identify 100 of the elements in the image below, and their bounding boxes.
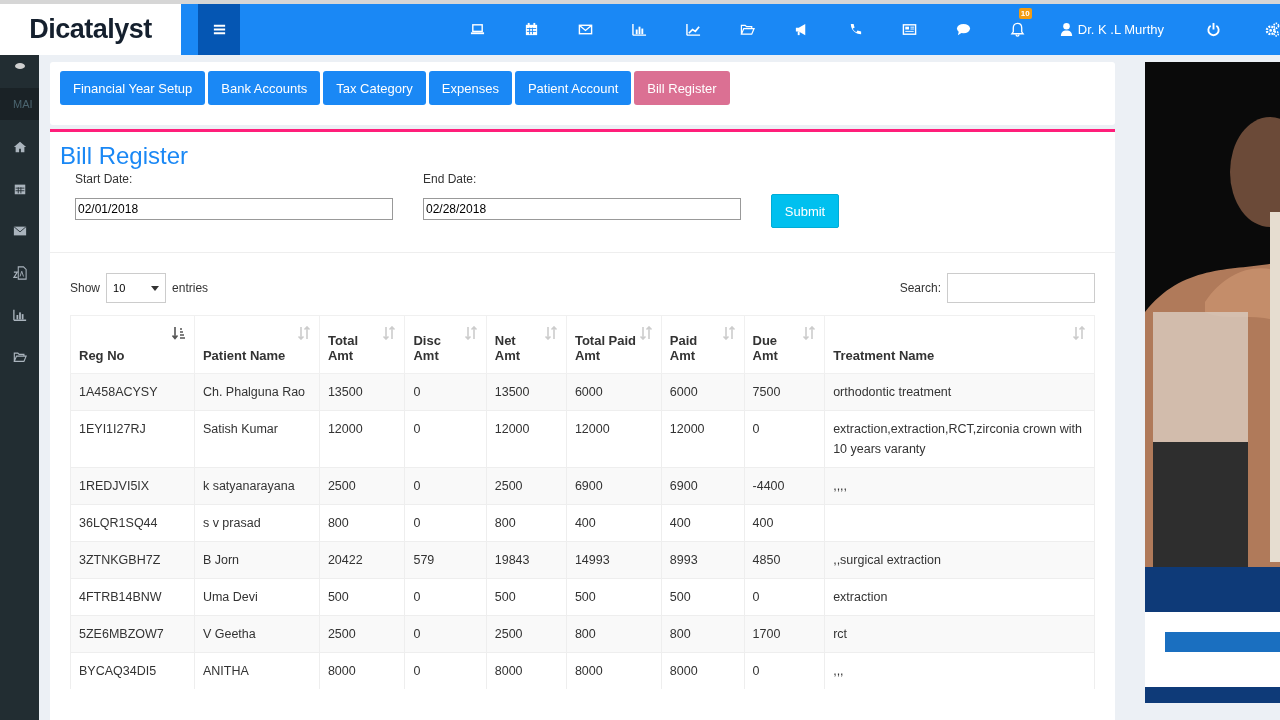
table-cell: 6900 [574,479,603,493]
table-cell: 0 [413,627,421,641]
table-cell: 0 [752,422,760,436]
tab[interactable]: Financial Year Setup [60,71,206,105]
table-cell: 2500 [327,627,356,641]
table-cell: 2500 [494,627,523,641]
column-header[interactable]: Total Paid Amt [566,315,662,374]
table-cell: s v prasad [202,516,261,530]
notification-badge: 10 [1018,8,1032,19]
table-cell: 800 [669,627,691,641]
column-header[interactable]: Due Amt [744,315,825,374]
table-cell: 14993 [574,553,610,567]
column-header[interactable]: Disc Amt [404,315,487,374]
laptop-icon[interactable] [470,22,486,37]
table-cell: B Jorn [202,553,240,567]
search-field[interactable] [947,273,1095,303]
table-cell: 7500 [752,385,781,399]
bar-chart-icon[interactable] [12,308,27,322]
section-label: MAI [0,88,39,120]
envelope-icon[interactable] [578,22,594,37]
table-cell: 0 [413,479,421,493]
tab[interactable]: Tax Category [323,71,426,105]
table-cell: 500 [494,590,516,604]
table-cell: 12000 [669,422,705,436]
tab[interactable]: Bank Accounts [208,71,321,105]
column-header[interactable]: Treatment Name [824,315,1095,374]
table-cell: ,,, [833,664,844,678]
column-header[interactable]: Paid Amt [661,315,745,374]
table-cell: 2500 [327,479,356,493]
table-cell: 6000 [574,385,603,399]
table-cell: 8000 [494,664,523,678]
start-date-field[interactable]: 02/01/2018 [75,198,393,220]
logo: Dicatalyst [0,4,181,55]
table-cell: 0 [413,385,421,399]
user-name: Dr. K .L Murthy [1077,22,1164,37]
phone-icon[interactable] [848,22,864,37]
tab[interactable]: Expenses [428,71,512,105]
column-header[interactable]: Reg No [70,315,195,374]
home-icon[interactable] [12,140,27,154]
column-header[interactable]: Net Amt [486,315,567,374]
table-cell: 8000 [574,664,603,678]
table-cell: extraction,extraction,RCT,zirconia crown with 10 years varanty [833,422,1082,456]
entries-label: entries [172,281,209,295]
table-cell: 2500 [494,479,523,493]
menu-toggle-button[interactable] [198,4,240,55]
table-cell: 800 [494,516,516,530]
table-cell: 0 [752,590,760,604]
table-cell: ,,,, [833,479,848,493]
table-cell: 6000 [669,385,698,399]
table-cell: 12000 [574,422,610,436]
column-header[interactable]: Total Amt [319,315,405,374]
table-cell: 0 [413,590,421,604]
table-cell: 500 [669,590,691,604]
newspaper-icon[interactable] [902,22,918,37]
table-cell: orthodontic treatment [833,385,952,399]
field-label: Start Date: [75,172,134,186]
table-cell: ,,surgical extraction [833,553,941,567]
table-cell: 400 [752,516,774,530]
caret-icon[interactable] [151,285,160,291]
table-cell: Ch. Phalguna Rao [202,385,306,399]
user-menu[interactable]: Dr. K .L Murthy [1058,22,1164,37]
table-cell: -4400 [752,479,785,493]
status-dot [14,63,25,69]
sort-ascending-icon[interactable] [171,326,186,340]
table-cell: 500 [327,590,349,604]
table-cell: 1REDJVI5IX [79,479,150,493]
table-cell: 1700 [752,627,781,641]
tab[interactable]: Patient Account [514,71,632,105]
table-cell: rct [833,627,848,641]
pdf-file-icon[interactable] [12,266,27,280]
column-header[interactable]: Patient Name [194,315,320,374]
table-cell: 4850 [752,553,781,567]
gears-icon[interactable] [1265,22,1280,37]
power-icon[interactable] [1205,22,1221,37]
end-date-field[interactable]: 02/28/2018 [423,198,741,220]
speech-bubble-icon[interactable] [956,22,972,37]
search-label: Search: [899,281,941,295]
table-cell: BYCAQ34DI5 [79,664,157,678]
table-cell: V Geetha [202,627,256,641]
bell-icon[interactable] [1010,22,1026,37]
line-chart-icon[interactable] [686,22,702,37]
calendar-icon[interactable] [12,182,27,196]
page-size-dropdown[interactable]: 10 [106,273,167,303]
folder-icon[interactable] [12,350,27,364]
table-cell: 0 [413,664,421,678]
table-cell: 0 [413,516,421,530]
table-cell: 13500 [494,385,530,399]
table-cell: 12000 [494,422,530,436]
field-label: End Date: [423,172,478,186]
table-cell: Satish Kumar [202,422,278,436]
table-cell: 0 [413,422,421,436]
menu-icon[interactable] [211,22,227,37]
table-cell: 8000 [669,664,698,678]
envelope-icon[interactable] [12,224,27,238]
table-cell: 400 [574,516,596,530]
table-cell: 4FTRB14BNW [79,590,162,604]
folder-icon[interactable] [740,22,756,37]
calendar-icon[interactable] [524,22,540,37]
table-cell: extraction [833,590,888,604]
table-cell: 19843 [494,553,530,567]
